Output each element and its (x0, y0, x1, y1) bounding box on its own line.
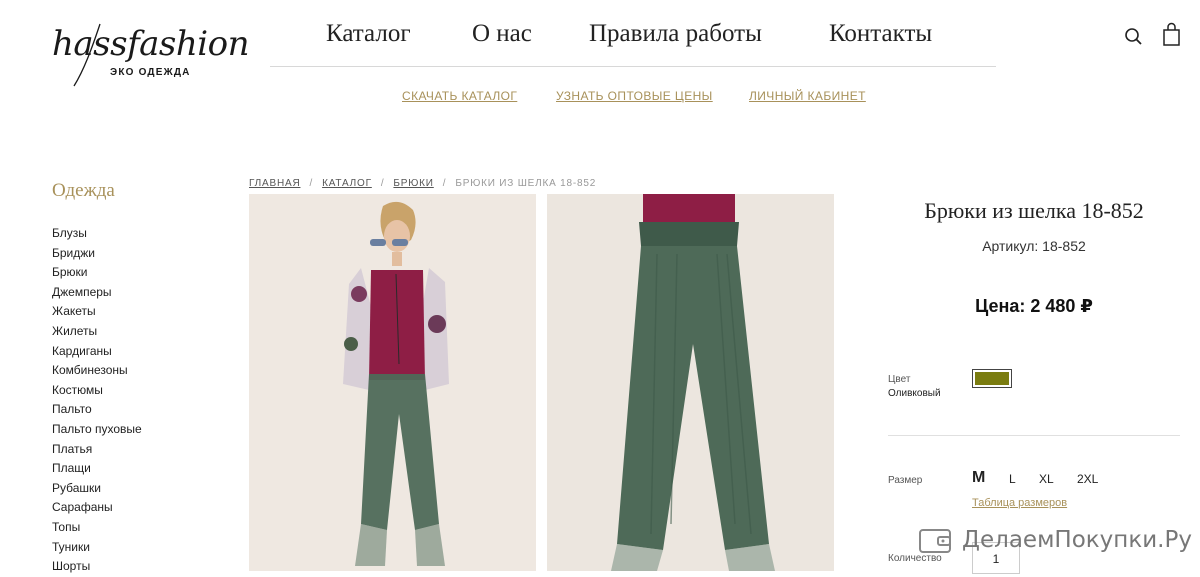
swatch-fill (975, 372, 1009, 385)
sidebar-item-coats[interactable]: Пальто (52, 400, 142, 420)
main-nav: Каталог О нас Правила работы Контакты (270, 14, 996, 67)
site-logo[interactable]: hassfashion ЭКО ОДЕЖДА (52, 18, 250, 93)
personal-account-link[interactable]: ЛИЧНЫЙ КАБИНЕТ (749, 89, 866, 103)
size-option-xl[interactable]: XL (1039, 472, 1054, 486)
sidebar-item-sundresses[interactable]: Сарафаны (52, 498, 142, 518)
nav-contacts[interactable]: Контакты (829, 20, 932, 48)
logo-subtitle: ЭКО ОДЕЖДА (110, 67, 191, 78)
color-swatch-olive[interactable] (972, 369, 1012, 388)
breadcrumb-trousers[interactable]: БРЮКИ (393, 178, 433, 189)
product-price: Цена: 2 480 ₽ (975, 296, 1093, 316)
nav-rules[interactable]: Правила работы (589, 20, 762, 48)
size-label: Размер (888, 475, 923, 486)
shopping-bag-icon[interactable] (1160, 22, 1184, 46)
download-catalog-link[interactable]: СКАЧАТЬ КАТАЛОГ (402, 89, 517, 103)
nav-catalog[interactable]: Каталог (326, 20, 411, 48)
sidebar-item-suits[interactable]: Костюмы (52, 381, 142, 401)
sidebar-item-down-coats[interactable]: Пальто пуховые (52, 420, 142, 440)
divider (888, 435, 1180, 436)
product-photo-closeup[interactable] (547, 194, 834, 571)
sidebar-item-trousers[interactable]: Брюки (52, 263, 142, 283)
watermark-text: ДелаемПокупки.Ру (962, 527, 1192, 553)
sidebar-item-jackets[interactable]: Жакеты (52, 302, 142, 322)
breadcrumb-current: БРЮКИ ИЗ ШЕЛКА 18-852 (455, 178, 597, 189)
sidebar-item-jumpsuits[interactable]: Комбинезоны (52, 361, 142, 381)
sidebar-item-dresses[interactable]: Платья (52, 440, 142, 460)
breadcrumb-separator: / (442, 178, 447, 189)
sidebar-item-blouses[interactable]: Блузы (52, 224, 142, 244)
sidebar-item-shorts[interactable]: Шорты (52, 557, 142, 577)
size-option-2xl[interactable]: 2XL (1077, 472, 1098, 486)
size-option-l[interactable]: L (1009, 472, 1016, 486)
sidebar-item-shirts[interactable]: Рубашки (52, 479, 142, 499)
breadcrumb: ГЛАВНАЯ / КАТАЛОГ / БРЮКИ / БРЮКИ ИЗ ШЕЛКА 18-… (249, 178, 596, 189)
sidebar-item-tunics[interactable]: Туники (52, 538, 142, 558)
sidebar-item-cardigans[interactable]: Кардиганы (52, 342, 142, 362)
size-table-link[interactable]: Таблица размеров (972, 497, 1067, 509)
color-value: Оливковый (888, 388, 941, 399)
wallet-icon (919, 529, 951, 553)
breadcrumb-separator: / (380, 178, 385, 189)
product-photo-model[interactable] (249, 194, 536, 571)
nav-about[interactable]: О нас (472, 20, 532, 48)
sidebar-item-jumpers[interactable]: Джемперы (52, 283, 142, 303)
wholesale-prices-link[interactable]: УЗНАТЬ ОПТОВЫЕ ЦЕНЫ (556, 89, 713, 103)
breadcrumb-catalog[interactable]: КАТАЛОГ (322, 178, 372, 189)
sidebar-item-tops[interactable]: Топы (52, 518, 142, 538)
breadcrumb-separator: / (309, 178, 314, 189)
color-label: Цвет (888, 374, 911, 385)
sidebar-title: Одежда (52, 180, 115, 201)
product-sku: Артикул: 18-852 (982, 238, 1086, 254)
sidebar-item-breeches[interactable]: Бриджи (52, 244, 142, 264)
logo-wordmark: hassfashion (52, 24, 250, 64)
product-title: Брюки из шелка 18-852 (924, 198, 1144, 223)
search-icon[interactable] (1122, 24, 1146, 48)
sidebar-item-vests[interactable]: Жилеты (52, 322, 142, 342)
sidebar-item-raincoats[interactable]: Плащи (52, 459, 142, 479)
breadcrumb-home[interactable]: ГЛАВНАЯ (249, 178, 300, 189)
size-option-m[interactable]: M (972, 469, 985, 487)
